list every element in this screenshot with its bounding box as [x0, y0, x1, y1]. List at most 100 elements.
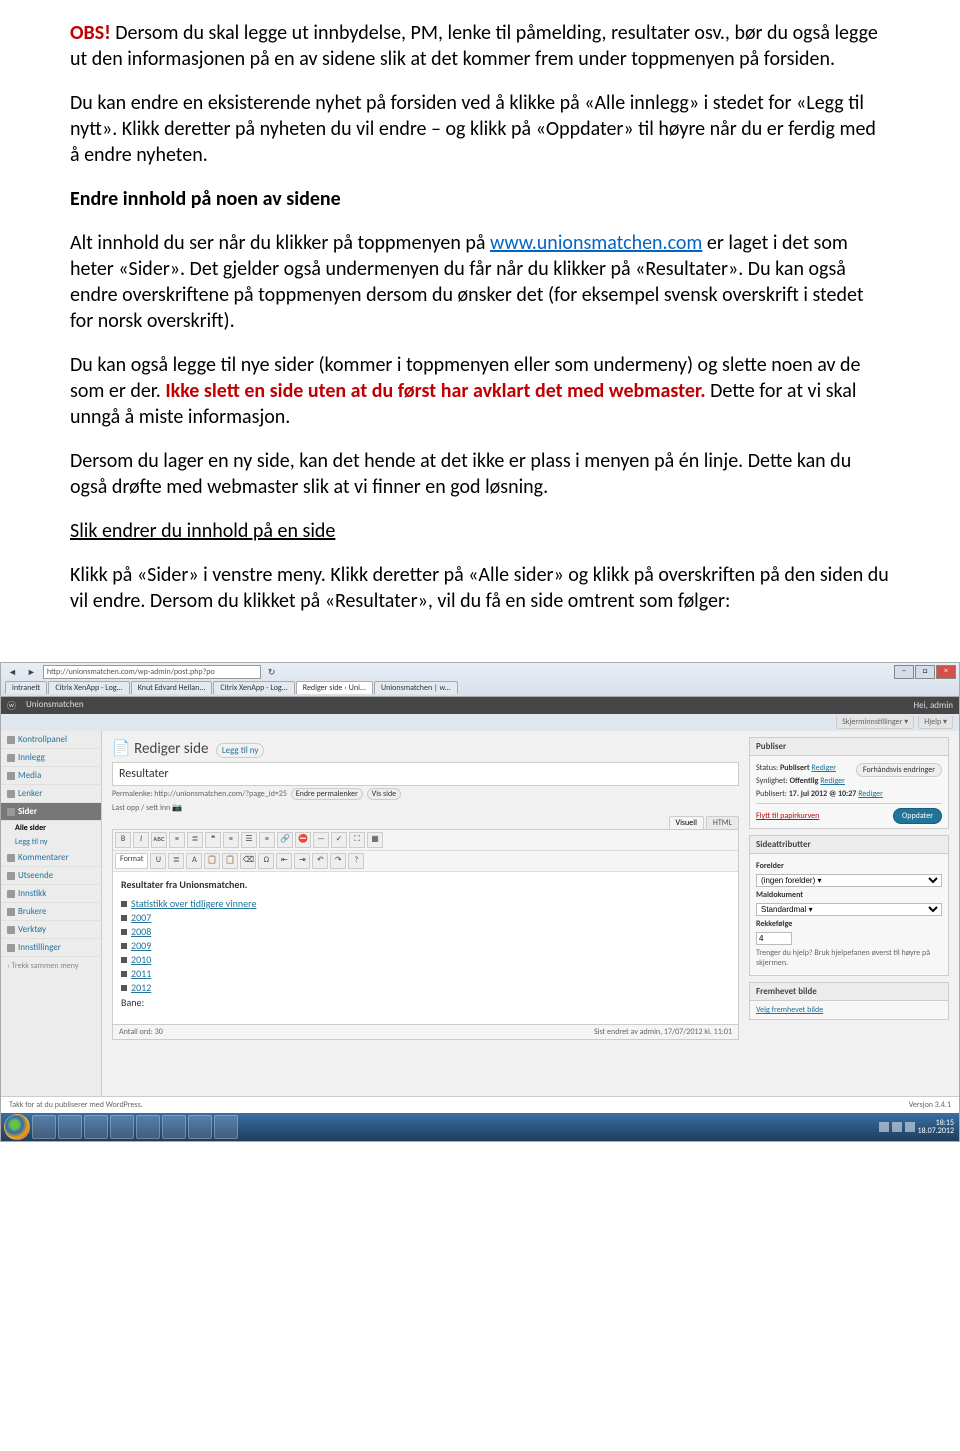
taskbar-app-icon[interactable]: [32, 1115, 56, 1139]
strike-button[interactable]: ᴀʙᴄ: [151, 832, 167, 848]
paste-word-button[interactable]: 📋: [222, 853, 238, 869]
spellcheck-button[interactable]: ✓: [331, 832, 347, 848]
taskbar-app-icon[interactable]: [188, 1115, 212, 1139]
sidebar-item-links[interactable]: Lenker: [1, 785, 101, 803]
published-edit-link[interactable]: Rediger: [858, 789, 883, 799]
underline-button[interactable]: U: [150, 853, 166, 869]
page-attributes-header: Sideattributter: [750, 836, 948, 854]
media-upload-icon[interactable]: 📷: [172, 803, 182, 813]
sidebar-collapse[interactable]: ‹ Trekk sammen meny: [1, 957, 101, 975]
window-maximize-button[interactable]: □: [915, 665, 935, 679]
paste-text-button[interactable]: 📋: [204, 853, 220, 869]
edit-permalink-button[interactable]: Endre permalenker: [291, 788, 363, 800]
browser-tab[interactable]: Unionsmatchen | w...: [374, 681, 458, 694]
tray-icon[interactable]: [905, 1122, 915, 1132]
align-left-button[interactable]: ≡: [223, 832, 239, 848]
textcolor-button[interactable]: A: [186, 853, 202, 869]
editor-content-area[interactable]: Resultater fra Unionsmatchen. Statistikk…: [113, 872, 738, 1024]
sidebar-sub-all-pages[interactable]: Alle sider: [1, 821, 101, 835]
refresh-button[interactable]: ↻: [265, 667, 279, 678]
taskbar-app-icon[interactable]: [136, 1115, 160, 1139]
template-select[interactable]: Standardmal ▾: [756, 903, 942, 916]
kitchen-sink-button[interactable]: ▦: [367, 832, 383, 848]
taskbar-app-icon[interactable]: [110, 1115, 134, 1139]
taskbar-app-icon[interactable]: [214, 1115, 238, 1139]
status-edit-link[interactable]: Rediger: [811, 763, 836, 773]
title-input[interactable]: Resultater: [112, 762, 739, 786]
help-tab[interactable]: Hjelp ▾: [918, 716, 953, 729]
format-select[interactable]: Format: [115, 853, 148, 869]
link-button[interactable]: 🔗: [277, 832, 293, 848]
more-button[interactable]: —: [313, 832, 329, 848]
taskbar-clock[interactable]: 18:15 18.07.2012: [918, 1119, 956, 1135]
content-list-item[interactable]: 2008: [121, 925, 730, 938]
sidebar-item-dashboard[interactable]: Kontrollpanel: [1, 731, 101, 749]
quote-button[interactable]: ❝: [205, 832, 221, 848]
content-list-item[interactable]: 2007: [121, 911, 730, 924]
redo-button[interactable]: ↷: [330, 853, 346, 869]
taskbar-app-icon[interactable]: [58, 1115, 82, 1139]
update-button[interactable]: Oppdater: [893, 808, 942, 824]
browser-tab[interactable]: intranett: [5, 681, 47, 694]
preview-changes-button[interactable]: Forhåndsvis endringer: [856, 763, 942, 777]
align-right-button[interactable]: ≡: [259, 832, 275, 848]
browser-tab-active[interactable]: Rediger side ‹ Uni...: [296, 681, 373, 694]
move-to-trash-link[interactable]: Flytt til papirkurven: [756, 811, 819, 821]
italic-button[interactable]: I: [133, 832, 149, 848]
browser-tab[interactable]: Knut Edvard Hellan...: [131, 681, 213, 694]
content-list-item[interactable]: 2012: [121, 981, 730, 994]
sidebar-item-plugins[interactable]: Innstikk: [1, 885, 101, 903]
nav-back-button[interactable]: ◄: [5, 667, 20, 678]
browser-tab[interactable]: Citrix XenApp - Log...: [48, 681, 129, 694]
sidebar-item-appearance[interactable]: Utseende: [1, 867, 101, 885]
taskbar-app-icon[interactable]: [162, 1115, 186, 1139]
align-justify-button[interactable]: ≣: [168, 853, 184, 869]
browser-tab[interactable]: Citrix XenApp - Log...: [213, 681, 294, 694]
tray-icon[interactable]: [892, 1122, 902, 1132]
add-new-button[interactable]: Legg til ny: [216, 743, 265, 758]
site-name-link[interactable]: Unionsmatchen: [26, 699, 84, 712]
sidebar-sub-add-new[interactable]: Legg til ny: [1, 835, 101, 849]
help-button[interactable]: ?: [348, 853, 364, 869]
wp-logo-icon[interactable]: ⓦ: [7, 699, 16, 712]
remove-format-button[interactable]: ⌫: [240, 853, 256, 869]
content-list-item[interactable]: 2009: [121, 939, 730, 952]
align-center-button[interactable]: ☰: [241, 832, 257, 848]
sidebar-item-users[interactable]: Brukere: [1, 903, 101, 921]
sidebar-item-posts[interactable]: Innlegg: [1, 749, 101, 767]
taskbar-app-icon[interactable]: [84, 1115, 108, 1139]
content-list-item[interactable]: 2010: [121, 953, 730, 966]
sidebar-item-pages[interactable]: Sider: [1, 803, 101, 821]
tab-html[interactable]: HTML: [706, 816, 739, 829]
number-list-button[interactable]: ≣: [187, 832, 203, 848]
undo-button[interactable]: ↶: [312, 853, 328, 869]
outdent-button[interactable]: ⇤: [276, 853, 292, 869]
nav-forward-button[interactable]: ►: [24, 667, 39, 678]
link-unionsmatchen[interactable]: www.unionsmatchen.com: [490, 231, 702, 255]
unlink-button[interactable]: ⛔: [295, 832, 311, 848]
content-list-item[interactable]: 2011: [121, 967, 730, 980]
sidebar-item-settings[interactable]: Innstillinger: [1, 939, 101, 957]
view-page-button[interactable]: Vis side: [367, 788, 401, 800]
content-list-item[interactable]: Statistikk over tidligere vinnere: [121, 897, 730, 910]
visibility-edit-link[interactable]: Rediger: [820, 776, 845, 786]
bullet-list-button[interactable]: ≡: [169, 832, 185, 848]
screen-options-tab[interactable]: Skjerminnstillinger ▾: [836, 716, 914, 729]
tab-visual[interactable]: Visuell: [669, 816, 704, 829]
fullscreen-button[interactable]: ⛶: [349, 832, 365, 848]
window-close-button[interactable]: ×: [936, 665, 956, 679]
greeting-link[interactable]: Hei, admin: [914, 700, 953, 711]
address-bar[interactable]: http://unionsmatchen.com/wp-admin/post.p…: [43, 665, 261, 679]
parent-select[interactable]: (ingen forelder) ▾: [756, 874, 942, 887]
sidebar-item-comments[interactable]: Kommentarer: [1, 849, 101, 867]
order-input[interactable]: [756, 932, 792, 945]
window-minimize-button[interactable]: –: [894, 665, 914, 679]
bold-button[interactable]: B: [115, 832, 131, 848]
indent-button[interactable]: ⇥: [294, 853, 310, 869]
start-button[interactable]: [4, 1114, 30, 1140]
sidebar-item-media[interactable]: Media: [1, 767, 101, 785]
sidebar-item-tools[interactable]: Verktøy: [1, 921, 101, 939]
set-featured-image-link[interactable]: Velg fremhevet bilde: [756, 1005, 823, 1015]
tray-icon[interactable]: [879, 1122, 889, 1132]
charmap-button[interactable]: Ω: [258, 853, 274, 869]
